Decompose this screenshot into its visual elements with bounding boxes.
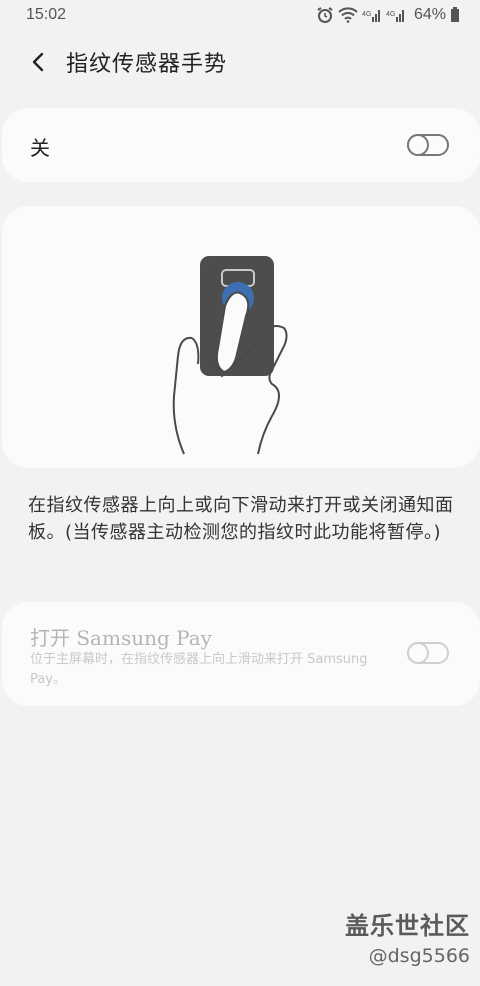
- battery-icon: [450, 7, 460, 23]
- status-icons: 4G 4G 64%: [316, 6, 460, 24]
- svg-text:4G: 4G: [362, 11, 371, 18]
- page-title: 指纹传感器手势: [66, 52, 228, 77]
- status-time: 15:02: [26, 6, 67, 23]
- alarm-icon: [316, 6, 334, 24]
- app-header: 指纹传感器手势: [0, 38, 480, 86]
- gesture-illustration-card: [2, 206, 480, 468]
- watermark-title: 盖乐世社区: [345, 912, 470, 940]
- status-bar: 15:02 4G 4G 64%: [0, 0, 480, 30]
- samsung-pay-row[interactable]: 打开 Samsung Pay 位于主屏幕时，在指纹传感器上向上滑动来打开 Sam…: [2, 602, 480, 706]
- signal-icon: 4G: [386, 7, 406, 23]
- wifi-icon: [338, 7, 358, 23]
- feature-description: 在指纹传感器上向上或向下滑动来打开或关闭通知面板。(当传感器主动检测您的指纹时此…: [28, 495, 454, 543]
- toggle-knob: [407, 642, 429, 664]
- samsung-pay-title: 打开 Samsung Pay: [30, 626, 212, 650]
- signal-icon: 4G: [362, 7, 382, 23]
- samsung-pay-toggle-switch[interactable]: [407, 642, 449, 664]
- master-toggle-switch[interactable]: [407, 134, 449, 156]
- battery-percent: 64%: [413, 6, 446, 23]
- master-switch-row[interactable]: 关: [2, 108, 480, 182]
- toggle-knob: [407, 134, 429, 156]
- back-button[interactable]: [18, 42, 58, 82]
- master-switch-label: 关: [30, 136, 50, 160]
- samsung-pay-subtitle: 位于主屏幕时，在指纹传感器上向上滑动来打开 Samsung Pay。: [30, 652, 368, 687]
- community-watermark: 盖乐世社区 @dsg5566: [345, 906, 470, 967]
- hand-knuckle-line: [191, 337, 200, 365]
- svg-text:4G: 4G: [386, 11, 395, 18]
- finger-swipe-illustration: [172, 256, 288, 455]
- back-arrow-icon: [32, 52, 44, 72]
- watermark-handle: @dsg5566: [368, 945, 470, 967]
